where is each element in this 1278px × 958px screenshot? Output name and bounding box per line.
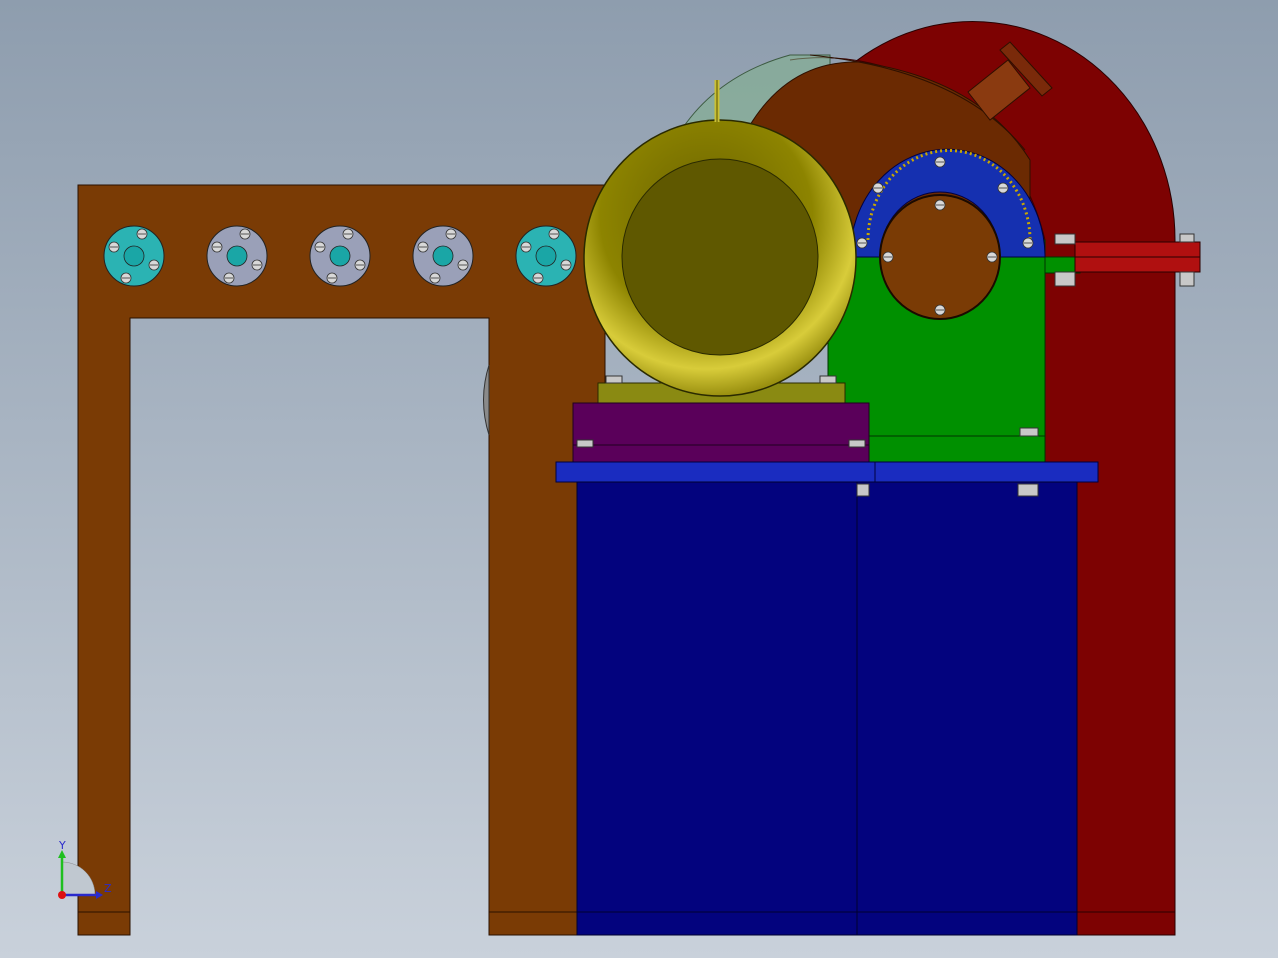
bracket-bolt-bottom [1179,271,1195,287]
base-bolt-1 [856,483,870,497]
screw-head [934,156,946,168]
gearbox-side-bolt [1019,427,1039,437]
cad-viewport[interactable]: Y Z [0,0,1278,958]
screw-head [934,304,946,316]
screw-head [108,241,120,253]
screw-head [314,241,326,253]
screw-head [997,182,1009,194]
bearing-unit [206,225,268,287]
motor-end-cap [621,158,819,356]
screw-head [560,259,572,271]
shaft-hub-disc [879,194,1001,320]
screw-head [342,228,354,240]
screw-head [934,199,946,211]
flange-bolt-left [576,439,594,448]
screw-head [548,228,560,240]
screw-head [429,272,441,284]
screw-head [986,251,998,263]
base-bolt-2 [1017,483,1039,497]
screw-head [882,251,894,263]
gearbox-bolt-top [1054,233,1076,245]
screw-head [148,259,160,271]
screw-head [354,259,366,271]
screw-head [445,228,457,240]
screw-head [239,228,251,240]
screw-head [856,237,868,249]
screw-head [417,241,429,253]
grey-sphere-part [483,364,490,436]
bearing-unit [309,225,371,287]
triad-y-label: Y [58,839,66,852]
screw-head [872,182,884,194]
flange-bolt-right [848,439,866,448]
screw-head [520,241,532,253]
screw-head [457,259,469,271]
bearing-unit [412,225,474,287]
bracket-bolt-top [1179,233,1195,243]
base-left-block [576,481,858,936]
frame-body [77,184,606,936]
triad-z-label: Z [104,882,112,895]
triad-x-axis-dot [58,891,66,899]
support-frame[interactable] [77,184,606,936]
screw-head [251,259,263,271]
screw-head [223,272,235,284]
screw-head [532,272,544,284]
base-right-block [856,481,1078,936]
screw-head [326,272,338,284]
gearbox-bolt-bottom [1054,271,1076,287]
bearing-unit [103,225,165,287]
screw-head [136,228,148,240]
bearing-unit [515,225,577,287]
shaft-hub[interactable] [879,194,1001,320]
screw-head [211,241,223,253]
base-top-plate [555,461,1099,483]
base-block[interactable] [555,461,1099,936]
motor-mount-bolt-right [819,375,837,384]
motor-mount-bolt-left [605,375,623,384]
screw-head [1022,237,1034,249]
screw-head [120,272,132,284]
motor-flange-body [572,402,870,464]
cad-model-scene[interactable]: Y Z [0,0,1278,958]
